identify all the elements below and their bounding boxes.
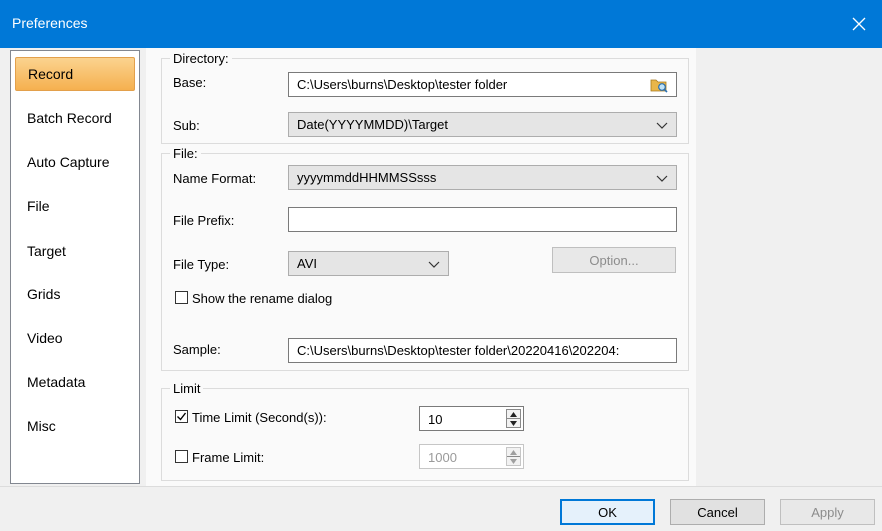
apply-button[interactable]: Apply: [780, 499, 875, 525]
record-settings-panel: Directory: Base: C:\Users\burns\Desktop\…: [146, 48, 696, 486]
sidebar-item-label: Misc: [27, 418, 56, 434]
time-limit-spinbox[interactable]: 10: [419, 406, 524, 431]
base-label: Base:: [173, 75, 207, 90]
sub-directory-select[interactable]: Date(YYYYMMDD)\Target: [288, 112, 677, 137]
file-prefix-label: File Prefix:: [173, 213, 235, 228]
sidebar-item-label: Record: [28, 66, 74, 82]
category-list: Record Batch Record Auto Capture File Ta…: [10, 50, 140, 484]
sidebar-item-file[interactable]: File: [15, 189, 135, 223]
sidebar-item-label: File: [27, 198, 50, 214]
triangle-down-icon: [510, 421, 517, 426]
frame-limit-value: 1000: [428, 450, 457, 465]
spin-down-button[interactable]: [507, 457, 520, 466]
spin-down-button[interactable]: [507, 419, 520, 428]
sample-path-value: C:\Users\burns\Desktop\tester folder\202…: [297, 343, 620, 358]
base-directory-value: C:\Users\burns\Desktop\tester folder: [297, 77, 508, 92]
file-type-value: AVI: [297, 256, 317, 271]
file-prefix-input[interactable]: [288, 207, 677, 232]
footer-divider: [0, 486, 882, 487]
file-type-label: File Type:: [173, 257, 230, 272]
cancel-button[interactable]: Cancel: [670, 499, 765, 525]
folder-browse-icon[interactable]: [650, 76, 668, 93]
chevron-down-icon: [656, 122, 668, 129]
sidebar-item-label: Metadata: [27, 374, 86, 390]
show-rename-dialog-checkbox[interactable]: [175, 291, 188, 304]
option-button[interactable]: Option...: [552, 247, 676, 273]
limit-group-label: Limit: [170, 381, 204, 396]
spin-buttons: [506, 447, 521, 466]
name-format-select[interactable]: yyyymmddHHMMSSsss: [288, 165, 677, 190]
sidebar-item-metadata[interactable]: Metadata: [15, 365, 135, 399]
sidebar-item-label: Auto Capture: [27, 154, 110, 170]
base-directory-field[interactable]: C:\Users\burns\Desktop\tester folder: [288, 72, 677, 97]
sample-label: Sample:: [173, 342, 221, 357]
file-type-select[interactable]: AVI: [288, 251, 449, 276]
spin-up-button[interactable]: [507, 410, 520, 419]
triangle-up-icon: [510, 449, 517, 455]
sub-label: Sub:: [173, 118, 200, 133]
sidebar-item-grids[interactable]: Grids: [15, 277, 135, 311]
window-title: Preferences: [12, 15, 88, 31]
file-group-label: File:: [170, 146, 201, 161]
name-format-value: yyyymmddHHMMSSsss: [297, 170, 437, 185]
close-icon: [852, 17, 866, 31]
sidebar-item-misc[interactable]: Misc: [15, 409, 135, 443]
sample-path-field: C:\Users\burns\Desktop\tester folder\202…: [288, 338, 677, 363]
sidebar-item-video[interactable]: Video: [15, 321, 135, 355]
directory-group-label: Directory:: [170, 51, 232, 66]
triangle-down-icon: [510, 459, 517, 464]
chevron-down-icon: [428, 261, 440, 268]
ok-button[interactable]: OK: [560, 499, 655, 525]
frame-limit-label: Frame Limit:: [192, 450, 265, 465]
sidebar-item-auto-capture[interactable]: Auto Capture: [15, 145, 135, 179]
spin-up-button[interactable]: [507, 448, 520, 457]
frame-limit-checkbox[interactable]: [175, 450, 188, 463]
sidebar-item-label: Grids: [27, 286, 61, 302]
sidebar-item-record[interactable]: Record: [15, 57, 135, 91]
time-limit-label: Time Limit (Second(s)):: [192, 410, 327, 425]
sidebar-item-label: Video: [27, 330, 63, 346]
spin-buttons: [506, 409, 521, 428]
name-format-label: Name Format:: [173, 171, 257, 186]
chevron-down-icon: [656, 175, 668, 182]
sidebar-item-batch-record[interactable]: Batch Record: [15, 101, 135, 135]
time-limit-value: 10: [428, 412, 443, 427]
sidebar-item-target[interactable]: Target: [15, 234, 135, 268]
sidebar-item-label: Target: [27, 243, 66, 259]
close-button[interactable]: [836, 0, 882, 48]
triangle-up-icon: [510, 411, 517, 417]
sub-directory-value: Date(YYYYMMDD)\Target: [297, 117, 448, 132]
show-rename-dialog-label: Show the rename dialog: [192, 291, 333, 306]
title-bar: Preferences: [0, 0, 882, 48]
time-limit-checkbox[interactable]: [175, 410, 188, 423]
sidebar-item-label: Batch Record: [27, 110, 112, 126]
checkmark-icon: [177, 412, 187, 421]
frame-limit-spinbox[interactable]: 1000: [419, 444, 524, 469]
